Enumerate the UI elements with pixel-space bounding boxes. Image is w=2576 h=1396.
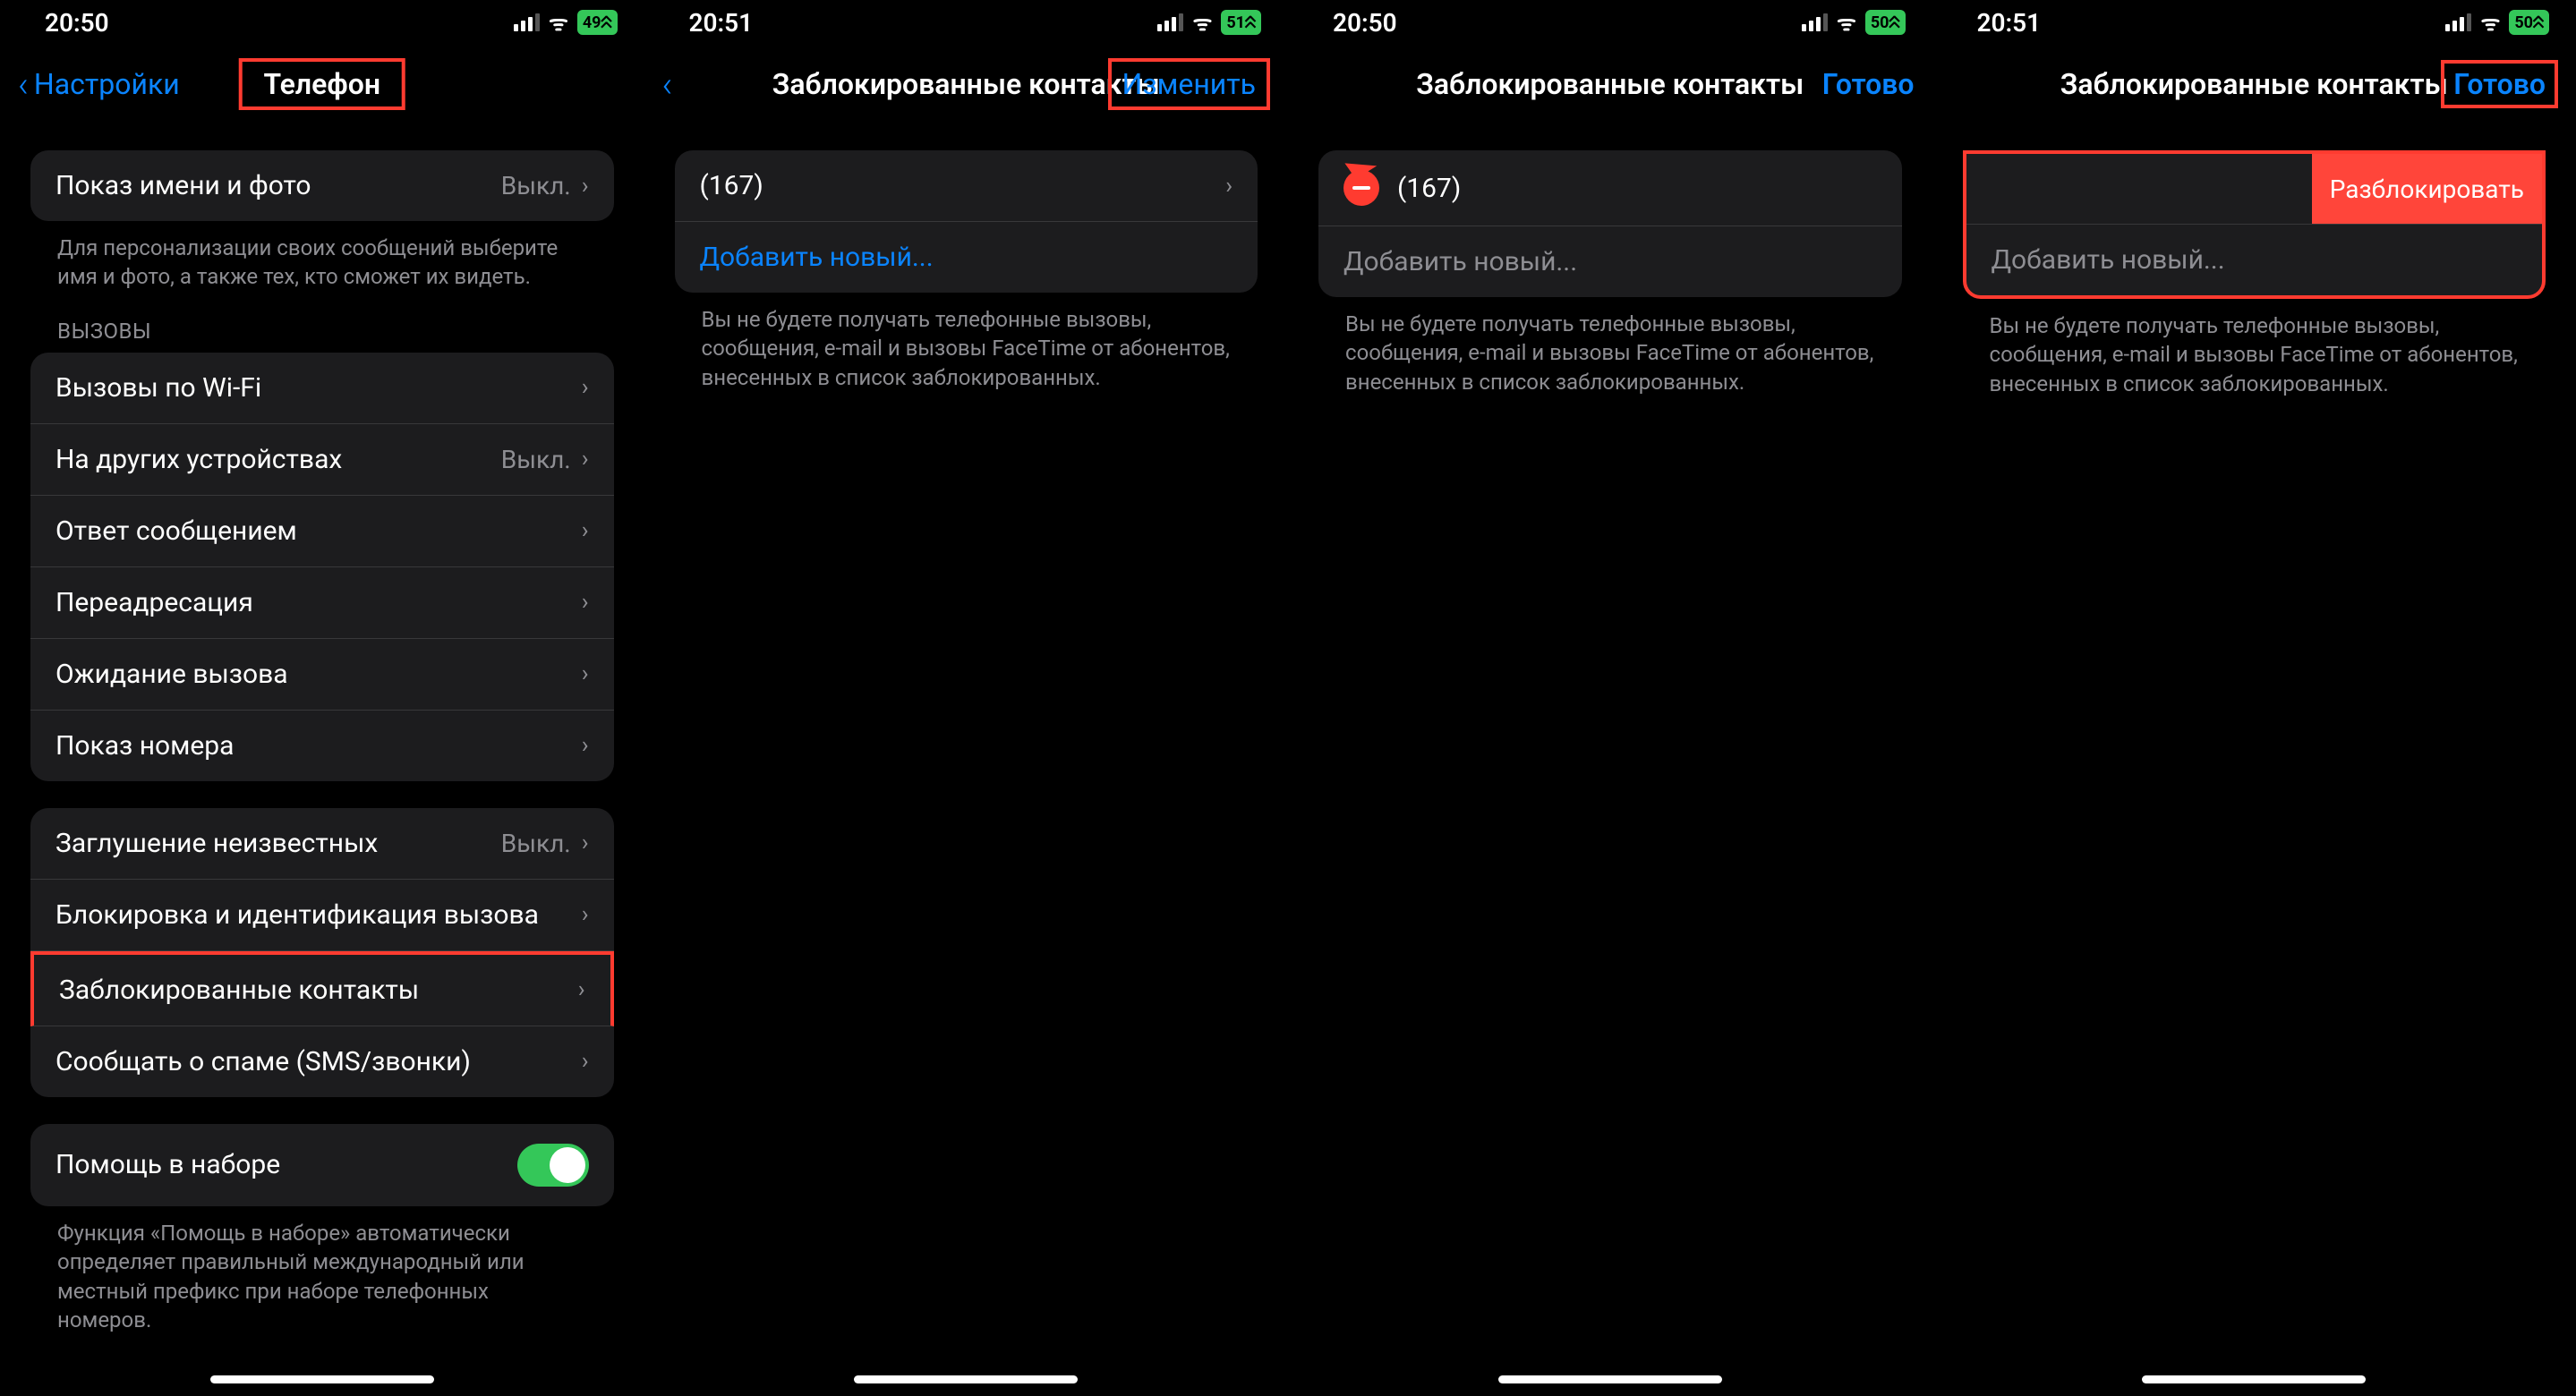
home-indicator[interactable] <box>1498 1375 1722 1383</box>
home-indicator[interactable] <box>854 1375 1078 1383</box>
edit-button[interactable]: Изменить <box>1108 58 1270 110</box>
row-dial-assist[interactable]: Помощь в наборе <box>30 1124 614 1206</box>
blocked-contact-row[interactable]: (167) <box>1318 150 1902 226</box>
wifi-icon: ᯤ <box>1837 8 1856 38</box>
blocked-list: Разблокировать Добавить новый... <box>1963 150 2546 299</box>
page-title: Телефон <box>238 58 405 110</box>
status-bar: 20:51 ᯤ 50𐊾 <box>1932 0 2576 45</box>
status-icons: ᯤ 51𐊾 <box>1157 8 1261 38</box>
screen-blocked-unblock: 20:51 ᯤ 50𐊾 Заблокированные контакты Гот… <box>1932 0 2576 1396</box>
row-report-spam[interactable]: Сообщать о спаме (SMS/звонки) › <box>30 1026 614 1097</box>
chevron-left-icon: ‹ <box>18 64 29 106</box>
chevron-right-icon: › <box>582 173 589 200</box>
wifi-icon: ᯤ <box>549 8 568 38</box>
status-time: 20:50 <box>45 8 109 38</box>
row-other-devices[interactable]: На других устройствах Выкл. › <box>30 424 614 496</box>
dial-assist-toggle[interactable] <box>517 1144 589 1187</box>
page-title: Заблокированные контакты <box>2060 67 2448 101</box>
chevron-right-icon: › <box>582 1048 589 1075</box>
page-title: Заблокированные контакты <box>772 67 1160 101</box>
row-silence-unknown[interactable]: Заглушение неизвестных Выкл. › <box>30 808 614 880</box>
add-new-row[interactable]: Добавить новый... <box>675 222 1258 293</box>
back-button[interactable]: ‹ Настройки <box>18 64 180 106</box>
unblock-button[interactable]: Разблокировать <box>2312 154 2542 224</box>
cellular-icon <box>514 13 540 31</box>
blocked-contact-row[interactable]: (167) › <box>675 150 1258 222</box>
status-icons: ᯤ 50𐊾 <box>1802 8 1906 38</box>
chevron-right-icon: › <box>582 446 589 472</box>
chevron-right-icon: › <box>578 976 585 1003</box>
status-icons: ᯤ 50𐊾 <box>2445 8 2549 38</box>
battery-badge: 50𐊾 <box>1865 10 1906 35</box>
cellular-icon <box>2445 13 2471 31</box>
row-label: Показ имени и фото <box>55 170 311 201</box>
status-bar: 20:50 ᯤ 50𐊾 <box>1288 0 1932 45</box>
footer-dial-assist: Функция «Помощь в наборе» автоматически … <box>30 1206 614 1335</box>
chevron-right-icon: › <box>582 517 589 544</box>
add-new-row[interactable]: Добавить новый... <box>1318 226 1902 297</box>
chevron-right-icon: › <box>1225 173 1233 200</box>
calls-header: ВЫЗОВЫ <box>30 292 614 353</box>
screen-phone-settings: 20:50 ᯤ 49𐊾 ‹ Настройки Телефон Показ им… <box>0 0 644 1396</box>
chevron-left-icon: ‹ <box>662 64 673 106</box>
wifi-icon: ᯤ <box>1192 8 1212 38</box>
wifi-icon: ᯤ <box>2480 8 2500 38</box>
battery-badge: 49𐊾 <box>577 10 618 35</box>
blocked-contact-row: Разблокировать <box>1966 154 2543 225</box>
group-calls: Вызовы по Wi-Fi › На других устройствах … <box>30 353 614 781</box>
blocked-footer: Вы не будете получать телефонные вызовы,… <box>1318 297 1902 396</box>
home-indicator[interactable] <box>210 1375 434 1383</box>
row-call-blocking-id[interactable]: Блокировка и идентификация вызова › <box>30 880 614 951</box>
chevron-right-icon: › <box>582 901 589 928</box>
status-bar: 20:51 ᯤ 51𐊾 <box>644 0 1289 45</box>
row-blocked-contacts[interactable]: Заблокированные контакты › <box>30 951 614 1026</box>
status-icons: ᯤ 49𐊾 <box>514 8 618 38</box>
back-label: Настройки <box>34 67 180 101</box>
nav-bar: ‹ Заблокированные контакты Изменить <box>644 45 1289 123</box>
blocked-footer: Вы не будете получать телефонные вызовы,… <box>1963 299 2546 398</box>
status-time: 20:51 <box>689 8 754 38</box>
nav-bar: Заблокированные контакты Готово <box>1288 45 1932 123</box>
battery-badge: 51𐊾 <box>1221 10 1261 35</box>
footer-name-photo: Для персонализации своих сообщений выбер… <box>30 221 614 292</box>
done-button[interactable]: Готово <box>1822 67 1915 101</box>
chevron-right-icon: › <box>582 589 589 616</box>
group-name-photo: Показ имени и фото Выкл. › <box>30 150 614 221</box>
chevron-right-icon: › <box>582 660 589 687</box>
row-call-waiting[interactable]: Ожидание вызова › <box>30 639 614 711</box>
screen-blocked-list: 20:51 ᯤ 51𐊾 ‹ Заблокированные контакты И… <box>644 0 1289 1396</box>
blocked-list: (167) Добавить новый... <box>1318 150 1902 297</box>
row-value: Выкл. <box>501 171 571 200</box>
group-dial-assist: Помощь в наборе <box>30 1124 614 1206</box>
home-indicator[interactable] <box>2142 1375 2366 1383</box>
nav-bar: ‹ Настройки Телефон <box>0 45 644 123</box>
status-time: 20:51 <box>1977 8 2042 38</box>
blocked-footer: Вы не будете получать телефонные вызовы,… <box>675 293 1258 392</box>
back-button[interactable]: ‹ <box>662 64 673 106</box>
done-button[interactable]: Готово <box>2441 60 2558 108</box>
row-forwarding[interactable]: Переадресация › <box>30 567 614 639</box>
status-bar: 20:50 ᯤ 49𐊾 <box>0 0 644 45</box>
blocked-list: (167) › Добавить новый... <box>675 150 1258 293</box>
battery-badge: 50𐊾 <box>2509 10 2549 35</box>
delete-minus-icon[interactable] <box>1343 170 1379 206</box>
status-time: 20:50 <box>1333 8 1397 38</box>
cellular-icon <box>1802 13 1828 31</box>
cellular-icon <box>1157 13 1183 31</box>
chevron-right-icon: › <box>582 732 589 759</box>
chevron-right-icon: › <box>582 830 589 856</box>
group-blocking: Заглушение неизвестных Выкл. › Блокировк… <box>30 808 614 1097</box>
page-title: Заблокированные контакты <box>1416 67 1804 101</box>
row-caller-id[interactable]: Показ номера › <box>30 711 614 781</box>
screen-blocked-edit: 20:50 ᯤ 50𐊾 Заблокированные контакты Гот… <box>1288 0 1932 1396</box>
row-wifi-calling[interactable]: Вызовы по Wi-Fi › <box>30 353 614 424</box>
add-new-row[interactable]: Добавить новый... <box>1966 225 2543 295</box>
row-respond-text[interactable]: Ответ сообщением › <box>30 496 614 567</box>
row-name-photo[interactable]: Показ имени и фото Выкл. › <box>30 150 614 221</box>
nav-bar: Заблокированные контакты Готово <box>1932 45 2576 123</box>
chevron-right-icon: › <box>582 374 589 401</box>
